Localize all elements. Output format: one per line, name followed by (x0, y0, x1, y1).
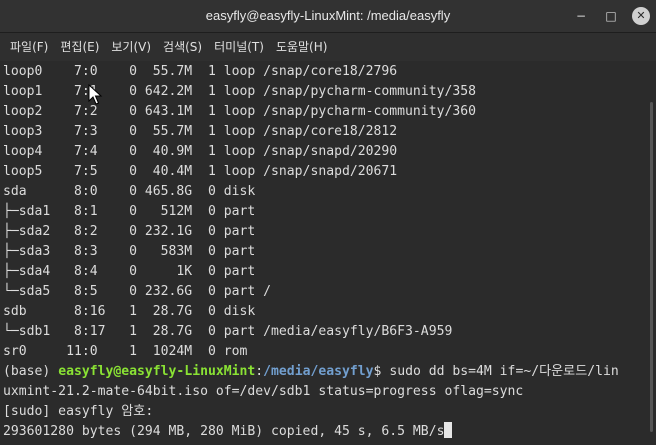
prompt-env: (base) (3, 364, 59, 379)
text-cursor (444, 422, 453, 438)
menu-terminal[interactable]: 터미널(T) (208, 33, 270, 61)
output-line: └─sdb1 8:17 1 28.7G 0 part /media/easyfl… (3, 324, 453, 339)
progress-text: 293601280 bytes (294 MB, 280 MiB) copied… (3, 424, 445, 439)
output-line: ├─sda2 8:2 0 232.1G 0 part (3, 224, 256, 239)
scrollbar-thumb[interactable] (650, 102, 653, 432)
prompt-dollar: $ (373, 364, 390, 379)
prompt-user-host: easyfly@easyfly-LinuxMint (58, 364, 256, 379)
close-icon: ✕ (632, 7, 650, 25)
terminal-output[interactable]: loop0 7:0 0 55.7M 1 loop /snap/core18/27… (0, 62, 646, 445)
output-line: sdb 8:16 1 28.7G 0 disk (3, 304, 256, 319)
minimize-button[interactable]: − (566, 0, 596, 32)
title-bar[interactable]: easyfly@easyfly-LinuxMint: /media/easyfl… (0, 0, 656, 33)
window-title: easyfly@easyfly-LinuxMint: /media/easyfl… (205, 8, 451, 23)
output-line: ├─sda4 8:4 0 1K 0 part (3, 264, 256, 279)
prompt-colon: : (255, 364, 264, 379)
sudo-password-prompt: [sudo] easyfly 암호: (3, 404, 154, 419)
close-button[interactable]: ✕ (626, 0, 656, 32)
menu-view[interactable]: 보기(V) (105, 33, 157, 61)
command-line: (base) easyfly@easyfly-LinuxMint:/media/… (3, 362, 646, 382)
output-line: └─sda5 8:5 0 232.6G 0 part / (3, 284, 272, 299)
prompt-path: /media/easyfly (263, 364, 374, 379)
progress-line: 293601280 bytes (294 MB, 280 MiB) copied… (3, 422, 646, 442)
menu-bar: 파일(F) 편집(E) 보기(V) 검색(S) 터미널(T) 도움말(H) (0, 33, 656, 61)
output-line: loop5 7:5 0 40.4M 1 loop /snap/snapd/206… (3, 164, 398, 179)
menu-search[interactable]: 검색(S) (157, 33, 208, 61)
output-line: ├─sda3 8:3 0 583M 0 part (3, 244, 256, 259)
window-controls: − □ ✕ (566, 0, 656, 32)
menu-file[interactable]: 파일(F) (4, 33, 54, 61)
output-line: sda 8:0 0 465.8G 0 disk (3, 184, 256, 199)
menu-help[interactable]: 도움말(H) (270, 33, 334, 61)
output-line: loop3 7:3 0 55.7M 1 loop /snap/core18/28… (3, 124, 398, 139)
output-line: sr0 11:0 1 1024M 0 rom (3, 344, 248, 359)
output-line: loop0 7:0 0 55.7M 1 loop /snap/core18/27… (3, 64, 398, 79)
command-text: sudo dd bs=4M if=~/다운로드/lin (389, 364, 619, 379)
command-continuation: uxmint-21.2-mate-64bit.iso of=/dev/sdb1 … (3, 384, 524, 399)
output-line: loop4 7:4 0 40.9M 1 loop /snap/snapd/202… (3, 144, 398, 159)
menu-edit[interactable]: 편집(E) (54, 33, 105, 61)
maximize-button[interactable]: □ (596, 0, 626, 32)
mouse-pointer-icon (88, 84, 103, 105)
output-line: ├─sda1 8:1 0 512M 0 part (3, 204, 256, 219)
scrollbar[interactable] (646, 62, 656, 445)
terminal-window: easyfly@easyfly-LinuxMint: /media/easyfl… (0, 0, 656, 445)
